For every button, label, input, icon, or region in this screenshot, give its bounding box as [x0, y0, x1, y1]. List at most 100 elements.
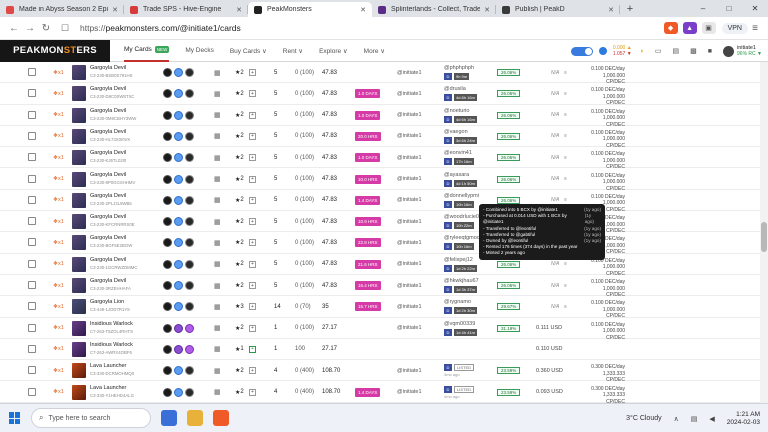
card-thumbnail[interactable]	[72, 341, 86, 357]
level-up-icon[interactable]: +	[249, 303, 256, 311]
ability-icon[interactable]	[185, 195, 194, 205]
row-checkbox[interactable]	[28, 259, 36, 268]
tab-close-icon[interactable]: ✕	[608, 6, 614, 14]
level-up-icon[interactable]: +	[249, 260, 256, 268]
ability-icon[interactable]	[185, 217, 194, 227]
list-icon[interactable]: ≡	[564, 105, 567, 126]
ability-icon[interactable]	[174, 259, 183, 269]
level-up-icon[interactable]: +	[249, 388, 256, 396]
card-name-block[interactable]: Gargoyla Devil C3-230-3RZEHHAFA	[90, 278, 131, 292]
ability-icon[interactable]	[174, 302, 183, 312]
windows-start-icon[interactable]	[9, 412, 21, 424]
market-icon[interactable]: ▦	[214, 254, 221, 275]
list-icon[interactable]: ≡	[564, 296, 567, 317]
chest-icon[interactable]: ▤	[673, 47, 680, 55]
level-up-icon[interactable]: +	[249, 196, 256, 204]
new-tab-icon[interactable]: +	[620, 2, 640, 17]
ability-icon[interactable]	[163, 195, 172, 205]
ability-icon[interactable]	[185, 259, 194, 269]
scrollbar-thumb[interactable]	[761, 222, 767, 252]
rental-info[interactable]: @eonvin41 D 17h 16m	[444, 150, 474, 166]
card-name-block[interactable]: Gargoyla Devil C3-230-BGF5E2BOW	[90, 235, 132, 249]
maximize-icon[interactable]: □	[716, 0, 742, 17]
row-checkbox[interactable]	[28, 344, 36, 353]
card-owner[interactable]: @initiate1	[397, 147, 422, 168]
card-owner[interactable]: @initiate1	[397, 296, 422, 317]
card-name-block[interactable]: Gargoyla Devil C3-230-KJ6TL02I0	[90, 150, 126, 164]
tab-close-icon[interactable]: ✕	[112, 6, 118, 14]
card-name-block[interactable]: Gargoyla Devil C3-230-8P0GGSHHMV	[90, 172, 135, 186]
rental-info[interactable]: @rygnamo D 1d 2h 30m	[444, 299, 477, 315]
ability-icon[interactable]	[185, 387, 194, 397]
ability-icon[interactable]	[185, 110, 194, 120]
list-icon[interactable]: ≡	[564, 126, 567, 147]
rental-info[interactable]: @felixpej12 D 1d 2h 22m	[444, 257, 477, 272]
nav-item[interactable]: Explore ∨	[319, 40, 348, 62]
ability-icon[interactable]	[174, 281, 183, 290]
ability-icon[interactable]	[163, 68, 172, 77]
ability-icon[interactable]	[185, 323, 194, 333]
page-scrollbar[interactable]	[760, 62, 768, 403]
row-checkbox[interactable]	[28, 89, 36, 98]
level-up-icon[interactable]: +	[249, 69, 256, 76]
cart-icon[interactable]: ■	[708, 48, 712, 55]
ability-icon[interactable]	[174, 323, 183, 333]
market-icon[interactable]: ▦	[214, 339, 221, 360]
level-up-icon[interactable]: +	[249, 154, 256, 162]
tab-close-icon[interactable]: ✕	[236, 6, 242, 14]
card-owner[interactable]: @initiate1	[397, 360, 422, 381]
ability-icon[interactable]	[185, 89, 194, 99]
task-view-icon[interactable]	[161, 410, 177, 426]
list-icon[interactable]: ≡	[564, 147, 567, 168]
ability-icon[interactable]	[163, 153, 172, 163]
ability-icon[interactable]	[174, 89, 183, 99]
ability-icon[interactable]	[163, 238, 172, 248]
card-thumbnail[interactable]	[72, 86, 86, 102]
clock[interactable]: 1:21 AM 2024-02-03	[727, 411, 760, 427]
card-thumbnail[interactable]	[72, 235, 86, 251]
list-icon[interactable]: ≡	[564, 275, 567, 296]
list-icon[interactable]: ≡	[564, 169, 567, 190]
ability-icon[interactable]	[163, 302, 172, 312]
row-checkbox[interactable]	[28, 302, 36, 311]
ability-icon[interactable]	[163, 174, 172, 184]
card-name-block[interactable]: Gargoyla Devil C3-230-BSB0S791HS	[90, 65, 133, 79]
rental-info[interactable]: @hkwkjhau67 D 1d 3h 37m	[444, 278, 479, 293]
card-owner[interactable]: @initiate1	[397, 190, 422, 211]
ability-icon[interactable]	[174, 131, 183, 141]
card-name-block[interactable]: Lava Launcher C3-330-DCRMOHMQ0	[90, 363, 134, 377]
card-owner[interactable]: @initiate1	[397, 254, 422, 275]
market-icon[interactable]: ▦	[214, 296, 221, 317]
row-checkbox[interactable]	[28, 174, 36, 183]
card-thumbnail[interactable]	[72, 192, 86, 208]
card-name-block[interactable]: Gargoyla Devil C3-230-0M9CBHY3WW	[90, 108, 136, 122]
theme-toggle[interactable]	[570, 46, 593, 56]
card-name-block[interactable]: Gargoyla Lion C3-449-1JOD7R1Y8	[90, 299, 130, 313]
market-icon[interactable]: ▦	[214, 126, 221, 147]
card-thumbnail[interactable]	[72, 128, 86, 144]
ability-icon[interactable]	[185, 281, 194, 290]
ability-icon[interactable]	[163, 89, 172, 99]
ability-icon[interactable]	[185, 131, 194, 141]
card-name-block[interactable]: Insidious Warlock C7-263-AWRX4OBF6	[90, 342, 133, 356]
rental-info[interactable]: D LISTED 4mo ago	[444, 385, 475, 400]
card-name-block[interactable]: Insidious Warlock C7-263-T5ZOL4RHTS	[90, 321, 133, 335]
level-up-icon[interactable]: +	[249, 239, 256, 247]
network-icon[interactable]: ▤	[691, 415, 698, 423]
ability-icon[interactable]	[174, 174, 183, 184]
card-name-block[interactable]: Gargoyla Devil C3-230-D8C0SW8TXC	[90, 86, 134, 100]
card-owner[interactable]: @initiate1	[397, 62, 422, 83]
card-owner[interactable]: @initiate1	[397, 169, 422, 190]
card-thumbnail[interactable]	[72, 278, 86, 293]
card-thumbnail[interactable]	[72, 171, 86, 187]
ability-icon[interactable]	[185, 68, 194, 77]
packs-icon[interactable]: ▭	[655, 47, 662, 55]
ability-icon[interactable]	[174, 217, 183, 227]
wallet-icon[interactable]: ◗	[640, 48, 644, 55]
market-icon[interactable]: ▦	[214, 360, 221, 381]
rental-info[interactable]: @vqm00339 D 1d 4h 41m	[444, 321, 477, 336]
ability-icon[interactable]	[174, 238, 183, 248]
row-checkbox[interactable]	[28, 110, 36, 119]
card-name-block[interactable]: Gargoyla Devil C3-230-1GCRWZDMMC	[90, 257, 137, 271]
market-icon[interactable]: ▦	[214, 147, 221, 168]
